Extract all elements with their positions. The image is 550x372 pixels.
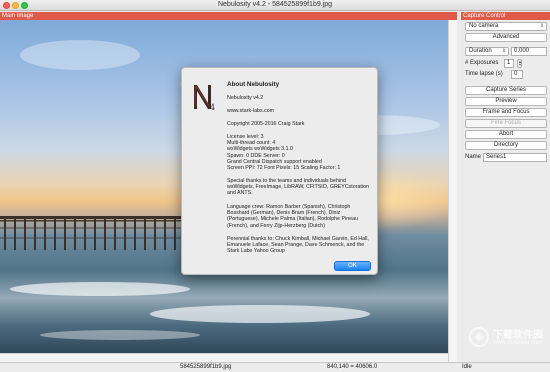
chevron-updown-icon: ⇕ (501, 48, 506, 54)
exposures-stepper[interactable]: ▲ ▼ (517, 59, 522, 68)
about-thanks: Special thanks to the teams and individu… (227, 178, 369, 197)
about-build-info: License level: 3 Multi-thread count: 4 w… (227, 134, 341, 172)
duration-select[interactable]: Duration ⇕ (465, 47, 509, 56)
about-version: Nebulosity v4.2 (227, 95, 264, 101)
about-copyright: Copyright 2005-2016 Craig Stark (227, 121, 305, 127)
duration-select-value: Duration (469, 48, 492, 54)
window-title: Nebulosity v4.2 - 584525899f1b9.jpg (217, 1, 333, 8)
about-title: About Nebulosity (227, 81, 280, 88)
fine-focus-button[interactable]: Fine Focus (465, 119, 547, 128)
series-name-field[interactable]: Series1 (483, 153, 547, 162)
horizontal-scrollbar[interactable] (0, 353, 448, 362)
duration-field[interactable]: 0.000 (511, 47, 547, 56)
abort-button[interactable]: Abort (465, 130, 547, 139)
status-state: Idle (462, 364, 472, 370)
chevron-updown-icon: ⇕ (539, 23, 544, 29)
exposures-field[interactable]: 1 (504, 59, 514, 68)
capture-control-panel: No camera ⇕ Advanced Duration ⇕ 0.000 # … (461, 20, 550, 362)
status-filename: 584525899f1b9.jpg (180, 364, 232, 370)
timelapse-label: Time lapse (s) (465, 71, 503, 77)
exposures-label: # Exposures (465, 60, 499, 66)
capture-series-button[interactable]: Capture Series (465, 86, 547, 95)
watermark: 下载软件园 www.downxia.com (466, 320, 550, 360)
pier-graphic (0, 216, 190, 250)
camera-select-value: No camera (469, 23, 499, 29)
directory-button[interactable]: Directory (465, 141, 547, 150)
title-bar: Nebulosity v4.2 - 584525899f1b9.jpg (0, 0, 550, 11)
watermark-brand: 下载软件园 (493, 330, 543, 341)
ok-button[interactable]: OK (334, 261, 371, 271)
timelapse-field[interactable]: 0 (511, 70, 523, 79)
name-label: Name (465, 154, 482, 160)
preview-button[interactable]: Preview (465, 97, 547, 106)
nebulosity-n4-logo: 4 (194, 85, 215, 111)
about-dialog: 4 About Nebulosity Nebulosity v4.2 www.s… (181, 67, 378, 275)
watermark-logo-icon (469, 327, 489, 347)
about-website[interactable]: www.stark-labs.com (227, 108, 373, 114)
vertical-scrollbar[interactable] (448, 20, 457, 362)
svg-text:4: 4 (210, 103, 215, 111)
camera-select[interactable]: No camera ⇕ (465, 22, 547, 31)
about-language-crew: Language crew: Ramon Barber (Spanish), C… (227, 204, 359, 229)
status-bar: 584525899f1b9.jpg 840,140 = 40606.0 Idle (0, 362, 550, 372)
frame-focus-button[interactable]: Frame and Focus (465, 108, 547, 117)
advanced-button[interactable]: Advanced (465, 33, 547, 42)
watermark-url: www.downxia.com (493, 340, 543, 346)
capture-control-label: Capture Control (461, 12, 550, 20)
status-coords: 840,140 = 40606.0 (327, 364, 378, 370)
about-perennial-thanks: Perennial thanks to: Chuck Kimball, Mich… (227, 236, 369, 255)
main-image-label: Main Image (0, 12, 457, 20)
